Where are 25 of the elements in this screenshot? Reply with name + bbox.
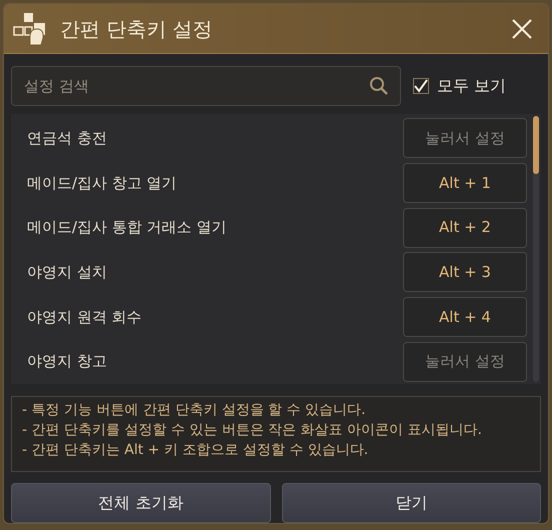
shortcut-name: 메이드/집사 통합 거래소 열기 [27, 217, 226, 238]
show-all-label: 모두 보기 [437, 75, 506, 97]
shortcut-name: 야영지 원격 회수 [27, 306, 142, 328]
search-field[interactable]: 설정 검색 [11, 66, 401, 106]
shortcut-figure-icon [12, 10, 48, 46]
key-binding-button[interactable]: Alt + 3 [403, 252, 527, 292]
shortcut-name: 연금석 충전 [27, 128, 107, 150]
key-binding-button[interactable]: Alt + 1 [403, 163, 527, 203]
show-all-checkbox[interactable] [413, 78, 429, 94]
key-binding-button[interactable]: Alt + 2 [403, 208, 527, 248]
close-dialog-button[interactable]: 닫기 [282, 483, 541, 523]
window-title: 간편 단축키 설정 [60, 16, 214, 42]
key-binding-button[interactable]: 눌러서 설정 [403, 342, 527, 382]
shortcut-name: 메이드/집사 창고 열기 [27, 172, 177, 194]
check-icon [414, 79, 428, 93]
note-text: - 간편 단축키를 설정할 수 있는 버튼은 작은 화살표 아이콘이 표시됩니다. [22, 421, 484, 440]
key-binding-button[interactable]: 눌러서 설정 [403, 118, 527, 158]
close-icon [511, 18, 533, 40]
search-icon[interactable] [369, 76, 389, 96]
shortcut-name: 야영지 설치 [27, 262, 107, 284]
reset-all-button[interactable]: 전체 초기화 [11, 483, 270, 523]
note-text: - 특정 기능 버튼에 간편 단축키 설정을 할 수 있습니다. [22, 401, 367, 420]
shortcut-name: 야영지 창고 [27, 351, 107, 372]
note-text: - 간편 단축키는 Alt + 키 조합으로 설정할 수 있습니다. [22, 441, 370, 460]
key-binding-button[interactable]: Alt + 4 [403, 297, 527, 338]
